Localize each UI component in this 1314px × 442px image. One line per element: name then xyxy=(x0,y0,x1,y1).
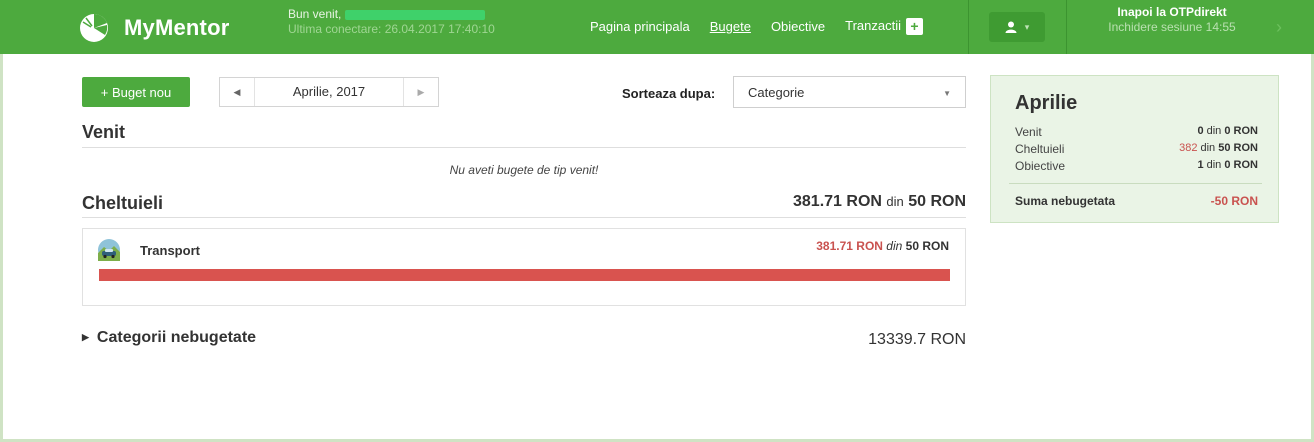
nav-transactions-label: Tranzactii xyxy=(845,18,902,33)
uncategorized-value: 13339.7 RON xyxy=(868,331,966,348)
summary-row-expenses: Cheltuieli 382 din 50 RON xyxy=(1015,142,1258,156)
expenses-total: 381.71 RON din 50 RON xyxy=(793,193,966,211)
nav-budgets[interactable]: Bugete xyxy=(710,19,751,34)
budget-progress-fill xyxy=(99,269,950,281)
month-summary-panel: Aprilie Venit 0 din 0 RON Cheltuieli 382… xyxy=(990,75,1279,223)
budget-card-transport[interactable]: Transport 381.71 RON din 50 RON xyxy=(82,228,966,306)
mymentor-logo-icon xyxy=(80,14,108,42)
chevron-right-icon[interactable]: › xyxy=(1276,17,1282,38)
month-picker: ◀ Aprilie, 2017 ▶ xyxy=(219,77,439,107)
summary-goals-value: 1 xyxy=(1197,159,1204,171)
welcome-block: Bun venit, Ultima conectare: 26.04.2017 … xyxy=(288,7,495,37)
summary-total-label: Suma nebugetata xyxy=(1015,194,1116,208)
summary-goals-total: 0 RON xyxy=(1224,159,1258,171)
summary-expenses-value: 382 xyxy=(1179,142,1198,154)
welcome-text: Bun venit, xyxy=(288,7,342,21)
session-timer: Inchidere sesiune 14:55 xyxy=(1108,20,1236,34)
prev-month-icon[interactable]: ◀ xyxy=(220,87,254,98)
summary-unbudgeted: Suma nebugetata -50 RON xyxy=(1015,194,1258,208)
expenses-budget: 50 RON xyxy=(908,193,966,210)
summary-goals-din: din xyxy=(1206,159,1222,171)
user-menu-button[interactable]: ▾ xyxy=(989,12,1045,42)
main-nav: Pagina principala Bugete Obiective Tranz… xyxy=(590,18,943,36)
expenses-title: Cheltuieli xyxy=(82,193,164,213)
logo[interactable]: MyMentor xyxy=(78,12,230,44)
summary-row-label: Obiective xyxy=(1015,159,1066,173)
current-month: Aprilie, 2017 xyxy=(254,78,404,106)
category-amount: 381.71 RON din 50 RON xyxy=(816,239,949,253)
nav-goals[interactable]: Obiective xyxy=(771,19,825,34)
chevron-down-icon: ▾ xyxy=(1024,21,1030,32)
income-title: Venit xyxy=(82,122,126,142)
expenses-din: din xyxy=(886,194,904,209)
summary-expenses-total: 50 RON xyxy=(1218,142,1258,154)
chevron-down-icon: ▼ xyxy=(943,89,951,98)
nav-divider-2 xyxy=(1066,0,1067,54)
back-to-otpdirekt[interactable]: Inapoi la OTPdirekt Inchidere sesiune 14… xyxy=(1082,5,1262,35)
next-month-icon[interactable]: ▶ xyxy=(404,87,438,98)
sort-value: Categorie xyxy=(748,84,805,100)
sort-label: Sorteaza dupa: xyxy=(622,86,716,101)
summary-row-value: 382 din 50 RON xyxy=(1179,142,1258,154)
add-transaction-button[interactable]: + xyxy=(906,18,924,36)
summary-expenses-din: din xyxy=(1200,142,1216,154)
category-budget: 50 RON xyxy=(905,239,949,253)
summary-income-total: 0 RON xyxy=(1224,125,1258,137)
top-bar: MyMentor Bun venit, Ultima conectare: 26… xyxy=(0,0,1314,54)
redacted-username xyxy=(345,9,486,20)
last-login: Ultima conectare: 26.04.2017 17:40:10 xyxy=(288,22,495,36)
category-name: Transport xyxy=(140,243,200,258)
nav-divider xyxy=(968,0,969,54)
uncategorized-toggle[interactable]: ▶ Categorii nebugetate xyxy=(82,329,256,347)
summary-row-goals: Obiective 1 din 0 RON xyxy=(1015,159,1258,173)
new-budget-button[interactable]: + Buget nou xyxy=(82,77,190,107)
triangle-right-icon: ▶ xyxy=(82,332,89,342)
category-spent: 381.71 RON xyxy=(816,239,883,253)
summary-total-value: -50 RON xyxy=(1210,194,1258,208)
summary-row-label: Venit xyxy=(1015,125,1042,139)
summary-income-value: 0 xyxy=(1197,125,1204,137)
summary-row-value: 0 din 0 RON xyxy=(1197,125,1258,137)
user-icon xyxy=(1005,21,1017,33)
summary-divider xyxy=(1009,183,1262,184)
nav-transactions[interactable]: Tranzactii + xyxy=(845,18,924,36)
expenses-spent: 381.71 RON xyxy=(793,193,882,210)
car-icon xyxy=(98,239,120,261)
income-empty-message: Nu aveti bugete de tip venit! xyxy=(449,163,599,177)
summary-row-value: 1 din 0 RON xyxy=(1197,159,1258,171)
uncategorized-label: Categorii nebugetate xyxy=(96,329,257,346)
summary-income-din: din xyxy=(1206,125,1222,137)
sort-select[interactable]: Categorie ▼ xyxy=(733,76,966,108)
nav-home[interactable]: Pagina principala xyxy=(590,19,690,34)
income-divider xyxy=(82,147,966,148)
summary-row-label: Cheltuieli xyxy=(1015,142,1065,156)
summary-title: Aprilie xyxy=(1015,92,1078,114)
summary-row-income: Venit 0 din 0 RON xyxy=(1015,125,1258,139)
logo-text: MyMentor xyxy=(124,15,230,40)
expenses-divider xyxy=(82,217,966,218)
budget-progress-bar xyxy=(99,269,950,281)
back-title: Inapoi la OTPdirekt xyxy=(1117,5,1227,19)
category-din: din xyxy=(886,239,903,253)
